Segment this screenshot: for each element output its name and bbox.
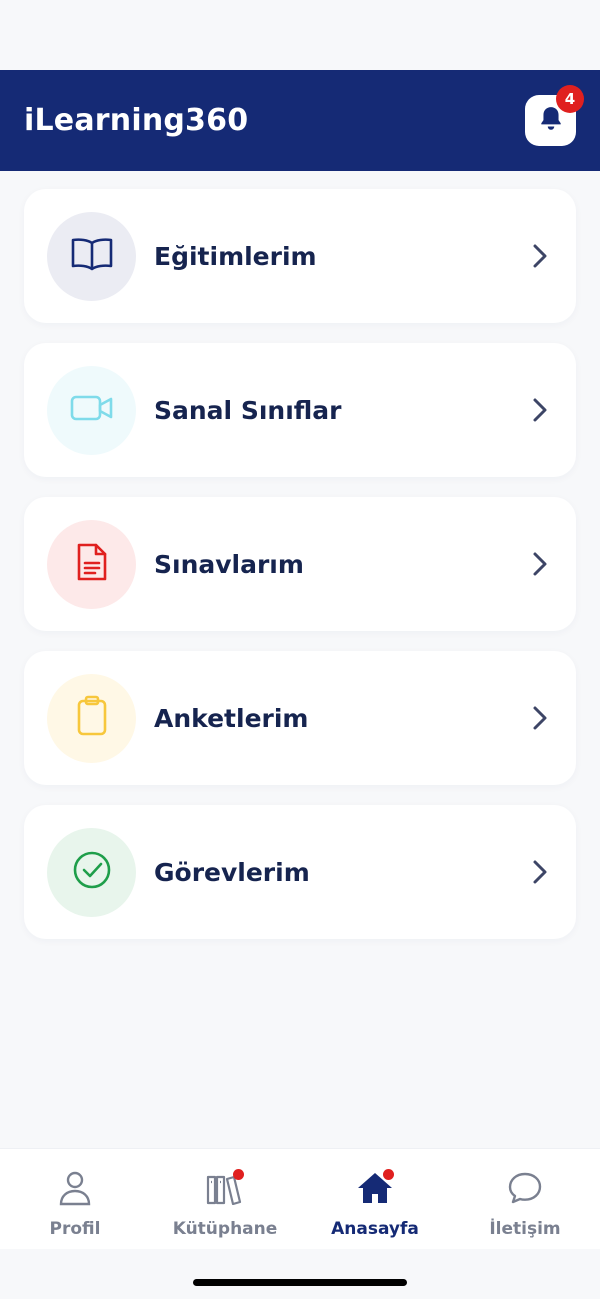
- home-icon: [356, 1169, 394, 1207]
- tab-label: Kütüphane: [172, 1219, 278, 1239]
- user-icon: [56, 1169, 94, 1207]
- main-menu: Eğitimlerim Sanal Sınıflar Sınavlarım An…: [24, 189, 576, 959]
- menu-icon-circle: [47, 827, 136, 917]
- menu-icon-circle: [47, 673, 136, 763]
- video-camera-icon: [70, 393, 114, 427]
- menu-item-egitimlerim[interactable]: Eğitimlerim: [24, 189, 576, 323]
- notification-badge: 4: [556, 85, 584, 113]
- tab-profil[interactable]: Profil: [0, 1149, 150, 1249]
- app-title: iLearning360: [24, 103, 249, 138]
- tab-label: İletişim: [489, 1219, 561, 1239]
- menu-item-label: Sanal Sınıflar: [154, 395, 342, 425]
- home-indicator: [193, 1279, 407, 1286]
- menu-item-gorevlerim[interactable]: Görevlerim: [24, 805, 576, 939]
- chevron-right-icon: [528, 398, 552, 422]
- menu-item-label: Anketlerim: [154, 703, 309, 733]
- menu-item-label: Sınavlarım: [154, 549, 304, 579]
- chevron-right-icon: [528, 706, 552, 730]
- status-bar: [0, 0, 600, 70]
- notification-dot: [233, 1169, 244, 1180]
- clipboard-icon: [75, 695, 109, 741]
- chat-icon: [506, 1169, 544, 1207]
- menu-icon-circle: [47, 519, 136, 609]
- bottom-tab-bar: Profil Kütüphane Anasayfa İletişim: [0, 1148, 600, 1249]
- chevron-right-icon: [528, 552, 552, 576]
- tab-kutuphane[interactable]: Kütüphane: [150, 1149, 300, 1249]
- tab-iletisim[interactable]: İletişim: [450, 1149, 600, 1249]
- menu-item-sinavlarim[interactable]: Sınavlarım: [24, 497, 576, 631]
- menu-icon-circle: [47, 365, 136, 455]
- chevron-right-icon: [528, 860, 552, 884]
- menu-item-label: Eğitimlerim: [154, 241, 317, 271]
- tab-label: Profil: [49, 1219, 101, 1239]
- check-circle-icon: [72, 850, 112, 894]
- notification-dot: [383, 1169, 394, 1180]
- menu-item-sanal-siniflar[interactable]: Sanal Sınıflar: [24, 343, 576, 477]
- document-icon: [75, 542, 109, 586]
- app-header: iLearning360 4: [0, 70, 600, 171]
- library-icon: [206, 1169, 244, 1207]
- book-open-icon: [70, 236, 114, 276]
- tab-label: Anasayfa: [331, 1219, 419, 1239]
- chevron-right-icon: [528, 244, 552, 268]
- notifications-button[interactable]: 4: [525, 85, 584, 146]
- menu-item-anketlerim[interactable]: Anketlerim: [24, 651, 576, 785]
- tab-anasayfa[interactable]: Anasayfa: [300, 1149, 450, 1249]
- menu-icon-circle: [47, 211, 136, 301]
- menu-item-label: Görevlerim: [154, 857, 310, 887]
